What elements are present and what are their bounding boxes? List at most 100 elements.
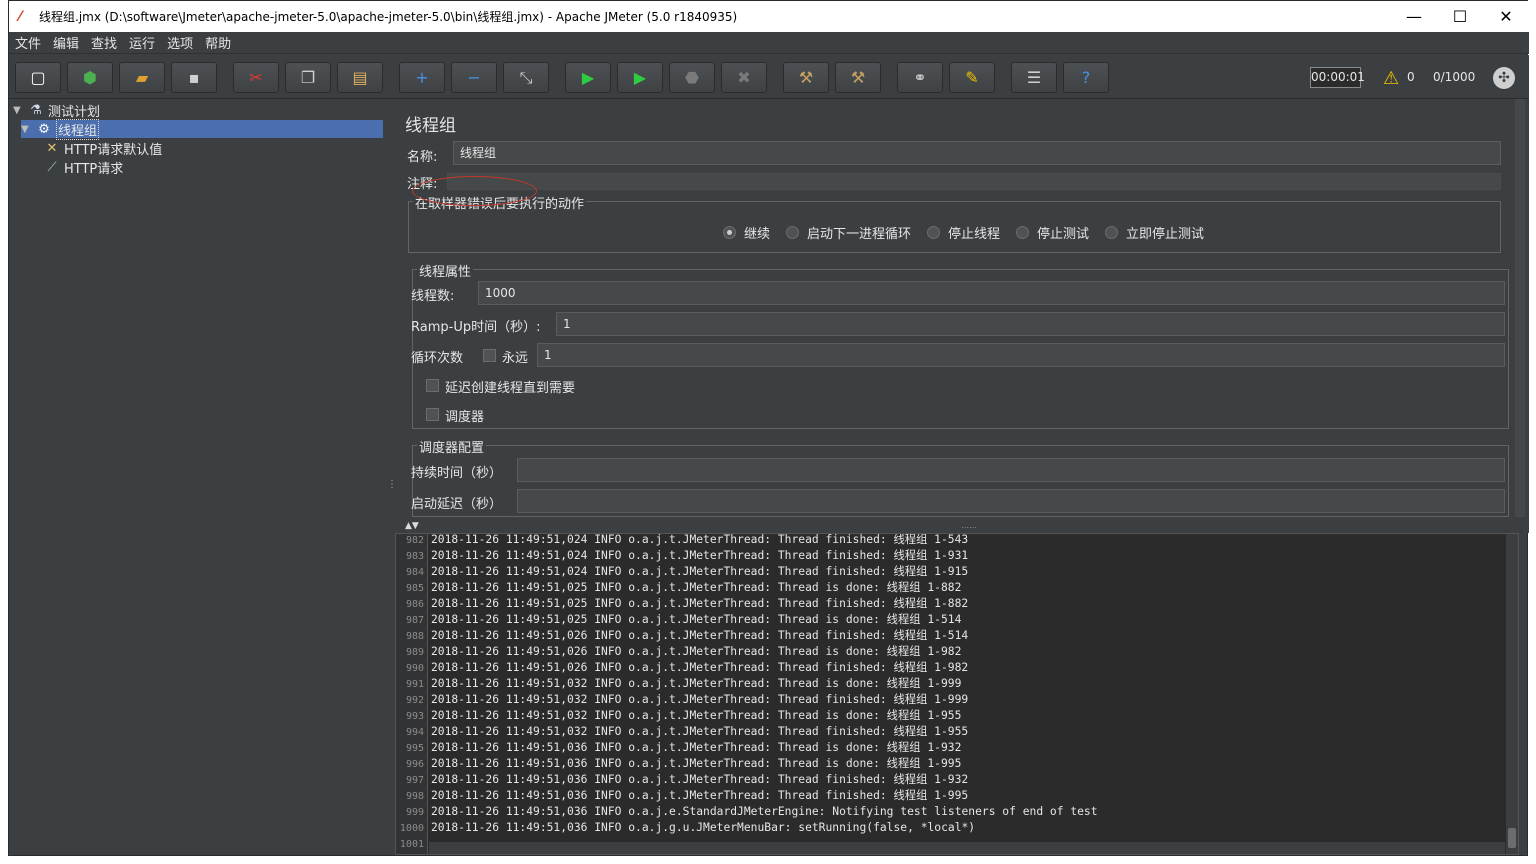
- name-field[interactable]: 线程组: [453, 141, 1501, 165]
- warning-icon[interactable]: ⚠: [1383, 68, 1399, 89]
- log-line-text: 2018-11-26 11:49:51,026 INFO o.a.j.t.JMe…: [431, 629, 969, 642]
- log-line: 986 2018-11-26 11:49:51,025 INFO o.a.j.t.…: [396, 596, 968, 612]
- remote-globe-icon[interactable]: ✣: [1493, 67, 1515, 89]
- log-line-number: 987: [405, 615, 424, 626]
- radio-icon[interactable]: [786, 226, 799, 239]
- new-button[interactable]: ▢: [15, 62, 61, 93]
- close-button[interactable]: ✕: [1483, 1, 1529, 32]
- function-helper-icon: ☰: [1026, 68, 1042, 87]
- duration-field[interactable]: [517, 458, 1505, 482]
- rampup-label: Ramp-Up时间（秒）:: [411, 320, 541, 335]
- menu-file[interactable]: 文件: [9, 33, 47, 52]
- comment-field[interactable]: [447, 173, 1501, 190]
- open-button[interactable]: ▰: [119, 62, 165, 93]
- log-line: 991 2018-11-26 11:49:51,032 INFO o.a.j.t.…: [396, 676, 961, 692]
- start-no-pause-icon: ▶: [633, 68, 647, 87]
- radio-stop-test-now[interactable]: 立即停止测试: [1105, 223, 1204, 242]
- templates-button[interactable]: ⬢: [67, 62, 113, 93]
- cut-button[interactable]: ✂: [233, 62, 279, 93]
- open-icon: ▰: [135, 68, 149, 87]
- splitter-grip-icon[interactable]: ⋯⋯: [961, 523, 977, 532]
- copy-icon: ❐: [300, 68, 316, 87]
- scheduler-checkbox[interactable]: [426, 408, 439, 421]
- tree-item-label: HTTP请求: [64, 161, 124, 177]
- radio-icon[interactable]: [927, 226, 940, 239]
- log-line-number: 998: [405, 791, 424, 802]
- function-helper-button[interactable]: ☰: [1011, 62, 1057, 93]
- active-threads: 0/1000: [1433, 70, 1476, 84]
- menu-bar: 文件 编辑 查找 运行 选项 帮助: [9, 32, 1529, 54]
- log-line-number: 989: [405, 647, 424, 658]
- gear-icon: ⚙: [38, 121, 50, 137]
- expand-icon: +: [415, 68, 429, 87]
- wrench-icon: ✕: [46, 140, 58, 156]
- tree-item-test-plan[interactable]: ▼ ⚗ 测试计划: [13, 101, 101, 120]
- log-line-text: 2018-11-26 11:49:51,026 INFO o.a.j.t.JMe…: [431, 645, 962, 658]
- tree-item-thread-group[interactable]: ▼ ⚙ 线程组: [21, 118, 383, 140]
- scroll-thumb[interactable]: [1508, 828, 1516, 848]
- search-button[interactable]: ⚭: [897, 62, 943, 93]
- collapse-arrow-icon[interactable]: ▼: [13, 105, 27, 116]
- window-title: 线程组.jmx (D:\software\Jmeter\apache-jmete…: [39, 10, 738, 24]
- help-button[interactable]: ?: [1063, 62, 1109, 93]
- clear-all-button[interactable]: ⚒: [835, 62, 881, 93]
- radio-stop-thread[interactable]: 停止线程: [927, 223, 1000, 242]
- log-viewer[interactable]: 982 2018-11-26 11:49:51,024 INFO o.a.j.t.…: [395, 533, 1519, 855]
- radio-label: 停止线程: [948, 227, 1001, 242]
- copy-button[interactable]: ❐: [285, 62, 331, 93]
- collapse-button[interactable]: −: [451, 62, 497, 93]
- threads-field[interactable]: 1000: [478, 281, 1505, 305]
- log-line: 982 2018-11-26 11:49:51,024 INFO o.a.j.t.…: [396, 534, 968, 548]
- duration-label: 持续时间（秒）: [411, 466, 503, 481]
- log-vertical-scrollbar[interactable]: [1506, 534, 1518, 854]
- forever-checkbox[interactable]: [483, 349, 496, 362]
- shutdown-button[interactable]: ✖: [721, 62, 767, 93]
- minimize-button[interactable]: —: [1391, 1, 1437, 32]
- start-button[interactable]: ▶: [565, 62, 611, 93]
- vertical-splitter[interactable]: ⋮: [385, 99, 397, 855]
- log-line-text: 2018-11-26 11:49:51,036 INFO o.a.j.t.JMe…: [431, 773, 969, 786]
- templates-icon: ⬢: [83, 68, 97, 87]
- radio-icon[interactable]: [1016, 226, 1029, 239]
- radio-stop-test[interactable]: 停止测试: [1016, 223, 1089, 242]
- tree-item-label: 测试计划: [48, 104, 101, 120]
- startup-delay-field[interactable]: [517, 489, 1505, 513]
- menu-run[interactable]: 运行: [123, 33, 161, 52]
- expand-button[interactable]: +: [399, 62, 445, 93]
- log-line-number: 1001: [399, 839, 424, 850]
- save-button[interactable]: ▪: [171, 62, 217, 93]
- tree-item-http-defaults[interactable]: ✕ HTTP请求默认值: [43, 139, 163, 158]
- log-splitter[interactable]: ▲▼ ⋯⋯: [395, 521, 1529, 533]
- delay-thread-creation-label: 延迟创建线程直到需要: [445, 381, 576, 396]
- menu-options[interactable]: 选项: [161, 33, 199, 52]
- warning-count: 0: [1407, 70, 1415, 84]
- clear-button[interactable]: ⚒: [783, 62, 829, 93]
- collapse-arrow-icon[interactable]: ▼: [21, 124, 35, 135]
- maximize-button[interactable]: ☐: [1437, 1, 1483, 32]
- log-line-number: 997: [405, 775, 424, 786]
- collapse-icon: −: [467, 68, 481, 87]
- log-line-text: 2018-11-26 11:49:51,025 INFO o.a.j.t.JMe…: [431, 581, 962, 594]
- tree-item-http-request[interactable]: ⟋ HTTP请求: [43, 158, 124, 177]
- reset-search-button[interactable]: ✎: [949, 62, 995, 93]
- loop-count-field[interactable]: 1: [537, 343, 1505, 367]
- log-line: 992 2018-11-26 11:49:51,032 INFO o.a.j.t.…: [396, 692, 968, 708]
- radio-icon[interactable]: [723, 226, 736, 239]
- delay-thread-creation-checkbox[interactable]: [426, 379, 439, 392]
- radio-start-next-loop[interactable]: 启动下一进程循环: [786, 223, 911, 242]
- radio-continue[interactable]: 继续: [723, 223, 770, 242]
- log-horizontal-scrollbar[interactable]: [429, 842, 1505, 854]
- paste-button[interactable]: ▤: [337, 62, 383, 93]
- menu-edit[interactable]: 编辑: [47, 33, 85, 52]
- start-no-pause-button[interactable]: ▶: [617, 62, 663, 93]
- flask-icon: ⚗: [30, 102, 42, 118]
- panel-scrollbar[interactable]: [1515, 99, 1525, 517]
- menu-help[interactable]: 帮助: [199, 33, 237, 52]
- menu-search[interactable]: 查找: [85, 33, 123, 52]
- expand-collapse-arrows-icon[interactable]: ▲▼: [405, 521, 419, 531]
- toggle-button[interactable]: ⤡: [503, 62, 549, 93]
- jmeter-window: ⁄ 线程组.jmx (D:\software\Jmeter\apache-jme…: [8, 0, 1529, 856]
- stop-button[interactable]: ⬣: [669, 62, 715, 93]
- radio-icon[interactable]: [1105, 226, 1118, 239]
- rampup-field[interactable]: 1: [556, 312, 1505, 336]
